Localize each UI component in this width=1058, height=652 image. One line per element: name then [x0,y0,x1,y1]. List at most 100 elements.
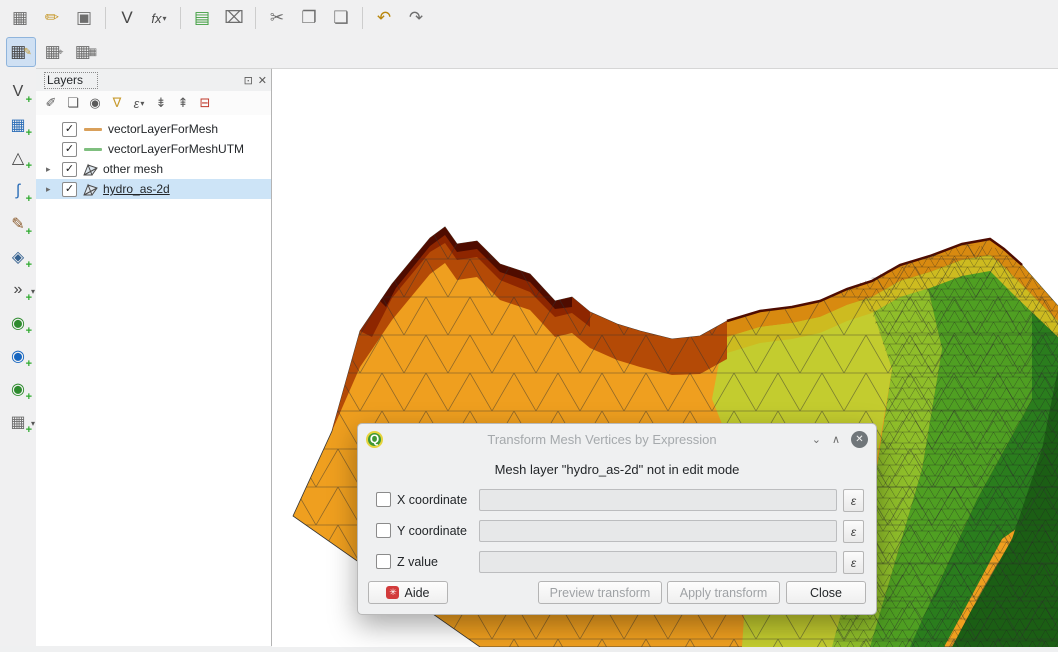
globe-icon: ◉ [11,379,25,399]
z-expression-builder-button[interactable]: ε [843,551,864,574]
raster-layer-icon: ▦ [10,115,25,135]
close-button[interactable]: Close [786,581,866,604]
save-icon: ▣ [76,8,92,28]
help-button-label: Aide [404,586,429,600]
add-wfs-layer-button[interactable]: ◉+ [5,377,31,401]
layer-checkbox[interactable]: ✓ [62,162,77,177]
new-mesh-layer-button[interactable]: △+ [5,146,31,170]
line-symbol-icon [84,148,102,151]
pencil-icon: ✏ [45,8,59,28]
filter-by-expression-button[interactable]: ε▾ [128,93,150,113]
vertex-tool-button[interactable]: V [113,4,141,32]
expand-all-button[interactable]: ⇟ [150,93,172,113]
y-expression-builder-button[interactable]: ε [843,520,864,543]
cut-features-button[interactable]: ✂ [263,4,291,32]
plus-badge-icon: + [26,391,32,403]
manage-map-themes-button[interactable]: ◉ [84,93,106,113]
y-coordinate-checkbox[interactable] [376,523,391,538]
save-layer-edits-button[interactable]: ▣ [70,4,98,32]
collapse-all-button[interactable]: ⇞ [172,93,194,113]
vector-layer-icon: V [13,83,24,101]
globe-icon: ◉ [11,313,25,333]
remove-layer-button[interactable]: ⊟ [194,93,216,113]
z-expression-input[interactable] [479,551,837,573]
qgis-logo-icon: Q [366,431,383,448]
filter-legend-button[interactable]: ∇ [106,93,128,113]
dock-panel-icon[interactable]: ⊡ [244,74,253,87]
plus-badge-icon: + [26,358,32,370]
open-layer-styling-button[interactable]: ✐ [40,93,62,113]
copy-features-button[interactable]: ❐ [295,4,323,32]
select-mesh-elements-button[interactable]: ▦⌖ [40,38,68,66]
plus-badge-icon: + [26,325,32,337]
help-button[interactable]: ✳ Aide [368,581,448,604]
plus-badge-icon: + [26,259,32,271]
apply-transform-button[interactable]: Apply transform [667,581,780,604]
add-group-icon: ❏ [67,95,79,111]
layers-panel-header[interactable]: Layers ⊡ ✕ [36,69,271,91]
dialog-titlebar[interactable]: Q Transform Mesh Vertices by Expression … [358,424,876,454]
expand-all-icon: ⇟ [156,95,167,111]
undo-button[interactable]: ↶ [370,4,398,32]
digitizing-toolbar: ▦ ✏ ▣ V fx▾ ▤ ⌧ ✂ ❐ ❏ ↶ ↷ [0,0,1058,36]
eye-icon: ◉ [89,95,100,111]
mesh-digitizing-tools-button[interactable]: ▦▦ [72,38,100,66]
new-spatialite-layer-button[interactable]: ◈+ [5,245,31,269]
new-raster-layer-button[interactable]: ▦+ [5,113,31,137]
delete-selected-button[interactable]: ⌧ [220,4,248,32]
tiles-icon: ▦ [10,412,25,432]
layer-label: vectorLayerForMeshUTM [108,142,244,156]
new-annotation-layer-button[interactable]: ✎+ [5,212,31,236]
layer-checkbox[interactable]: ✓ [62,182,77,197]
globe-icon: ◉ [11,346,25,366]
close-panel-icon[interactable]: ✕ [258,74,267,87]
z-value-row: Z value ε [358,551,876,575]
attributes-table-icon: ▤ [194,8,210,28]
toggle-editing-button[interactable]: ✏ [38,4,66,32]
toolbar-separator [362,7,363,29]
chevron-down-icon: ▾ [31,287,35,296]
layer-row-other-mesh[interactable]: ▸ ✓ other mesh [36,159,271,179]
collapse-icon[interactable]: ∧ [832,433,840,446]
paste-icon: ❏ [333,8,348,28]
redo-icon: ↷ [409,8,423,28]
scissors-icon: ✂ [270,8,284,28]
plus-badge-icon: + [26,127,32,139]
add-group-button[interactable]: ❏ [62,93,84,113]
layer-row-hydro-as-2d[interactable]: ▸ ✓ hydro_as-2d [36,179,271,199]
close-dialog-button[interactable]: ✕ [851,431,868,448]
current-edits-button[interactable]: ▦ [6,4,34,32]
paste-features-button[interactable]: ❏ [327,4,355,32]
layer-row-vectorLayerForMeshUTM[interactable]: ✓ vectorLayerForMeshUTM [36,139,271,159]
current-edits-icon: ▦ [12,8,28,28]
z-value-checkbox[interactable] [376,554,391,569]
y-expression-input[interactable] [479,520,837,542]
add-xyz-tiles-button[interactable]: ▦+▾ [5,410,31,434]
x-expression-input[interactable] [479,489,837,511]
x-coordinate-checkbox[interactable] [376,492,391,507]
z-value-label: Z value [397,555,438,569]
close-button-label: Close [810,586,842,600]
layer-row-vectorLayerForMesh[interactable]: ✓ vectorLayerForMesh [36,119,271,139]
new-gpx-layer-button[interactable]: ʃ+ [5,179,31,203]
y-coordinate-row: Y coordinate ε [358,520,876,544]
modify-attributes-button[interactable]: ▤ [188,4,216,32]
chevron-down-icon[interactable]: ⌄ [812,433,821,446]
layer-label: other mesh [103,162,163,176]
add-wms-layer-button[interactable]: ◉+ [5,311,31,335]
new-vector-layer-button[interactable]: V+ [5,80,31,104]
layer-checkbox[interactable]: ✓ [62,142,77,157]
expander-icon[interactable]: ▸ [46,164,51,175]
crosshair-icon: ⌖ [58,47,64,58]
layer-checkbox[interactable]: ✓ [62,122,77,137]
x-expression-builder-button[interactable]: ε [843,489,864,512]
layer-label: hydro_as-2d [103,182,170,196]
expander-icon[interactable]: ▸ [46,184,51,195]
redo-button[interactable]: ↷ [402,4,430,32]
new-virtual-layer-button[interactable]: »+▾ [5,278,31,302]
field-calculator-button[interactable]: fx▾ [145,4,173,32]
preview-transform-button[interactable]: Preview transform [538,581,662,604]
edit-mesh-button[interactable]: ▦✎ [6,37,36,67]
add-wcs-layer-button[interactable]: ◉+ [5,344,31,368]
funnel-icon: ∇ [113,95,122,111]
